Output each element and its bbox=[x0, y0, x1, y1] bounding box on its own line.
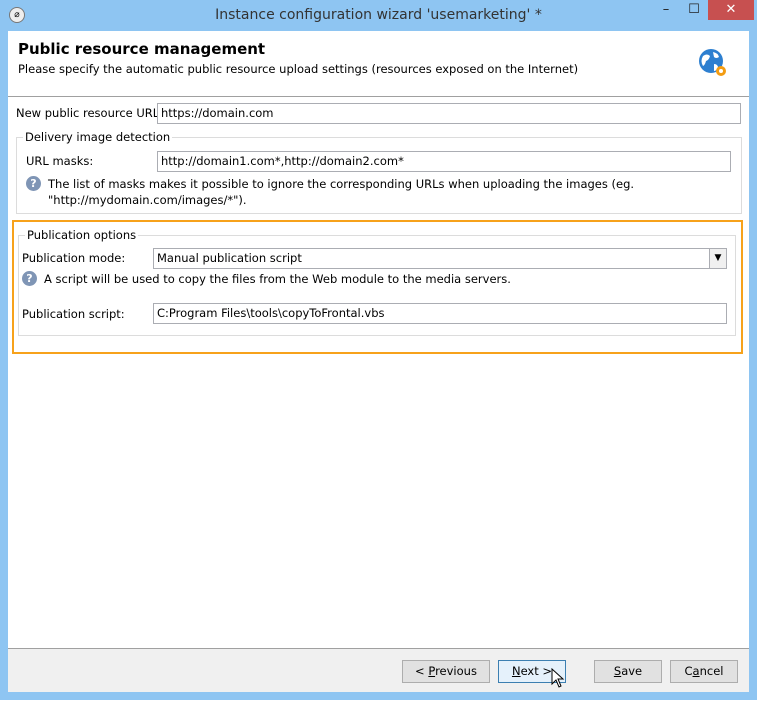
label: ave bbox=[621, 664, 643, 678]
label: revious bbox=[435, 664, 477, 678]
wizard-content: New public resource URL: https://domain.… bbox=[8, 97, 749, 649]
chevron-down-icon[interactable]: ▼ bbox=[709, 249, 726, 268]
label: ncel bbox=[699, 664, 724, 678]
window-title: Instance configuration wizard 'usemarket… bbox=[215, 7, 542, 23]
label: C bbox=[684, 664, 693, 678]
close-button[interactable]: ✕ bbox=[708, 0, 754, 20]
delivery-image-detection-group: Delivery image detection URL masks: http… bbox=[16, 130, 742, 214]
help-icon: ? bbox=[22, 271, 37, 286]
url-masks-input[interactable]: http://domain1.com*,http://domain2.com* bbox=[157, 151, 731, 172]
maximize-button[interactable]: ☐ bbox=[680, 0, 708, 20]
label: a bbox=[692, 664, 700, 678]
url-masks-label: URL masks: bbox=[26, 154, 94, 168]
wizard-client: Public resource management Please specif… bbox=[8, 31, 749, 692]
globe-gear-icon bbox=[699, 49, 726, 76]
previous-button[interactable]: < Previous bbox=[402, 660, 490, 683]
wizard-window: ⌀ Instance configuration wizard 'usemark… bbox=[0, 0, 757, 700]
url-masks-help-2: "http://mydomain.com/images/*"). bbox=[48, 193, 247, 207]
public-url-label: New public resource URL: bbox=[16, 106, 164, 120]
publication-script-label: Publication script: bbox=[22, 307, 125, 321]
publication-mode-select[interactable]: Manual publication script ▼ bbox=[153, 248, 727, 269]
publication-script-input[interactable]: C:Program Files\tools\copyToFrontal.vbs bbox=[153, 303, 727, 324]
publication-options-group: Publication options Publication mode: Ma… bbox=[18, 228, 736, 336]
group-title: Publication options bbox=[25, 228, 139, 242]
publication-mode-value: Manual publication script bbox=[157, 251, 302, 265]
publication-mode-help: A script will be used to copy the files … bbox=[44, 272, 511, 286]
wizard-header: Public resource management Please specif… bbox=[8, 31, 749, 97]
mouse-cursor-icon bbox=[551, 668, 565, 688]
public-url-input[interactable]: https://domain.com bbox=[157, 103, 741, 124]
label: N bbox=[511, 664, 521, 678]
label: < bbox=[415, 664, 429, 678]
label: ext > bbox=[520, 664, 553, 678]
cancel-button[interactable]: Cancel bbox=[670, 660, 738, 683]
help-icon: ? bbox=[26, 176, 41, 191]
save-button[interactable]: Save bbox=[594, 660, 662, 683]
page-title: Public resource management bbox=[18, 40, 266, 58]
url-masks-help: The list of masks makes it possible to i… bbox=[48, 177, 635, 191]
publication-mode-label: Publication mode: bbox=[22, 251, 126, 265]
page-subtitle: Please specify the automatic public reso… bbox=[18, 62, 579, 76]
title-bar: ⌀ Instance configuration wizard 'usemark… bbox=[0, 0, 757, 30]
minimize-button[interactable]: – bbox=[652, 0, 680, 20]
highlight-box: Publication options Publication mode: Ma… bbox=[12, 220, 743, 354]
group-title: Delivery image detection bbox=[23, 130, 173, 144]
